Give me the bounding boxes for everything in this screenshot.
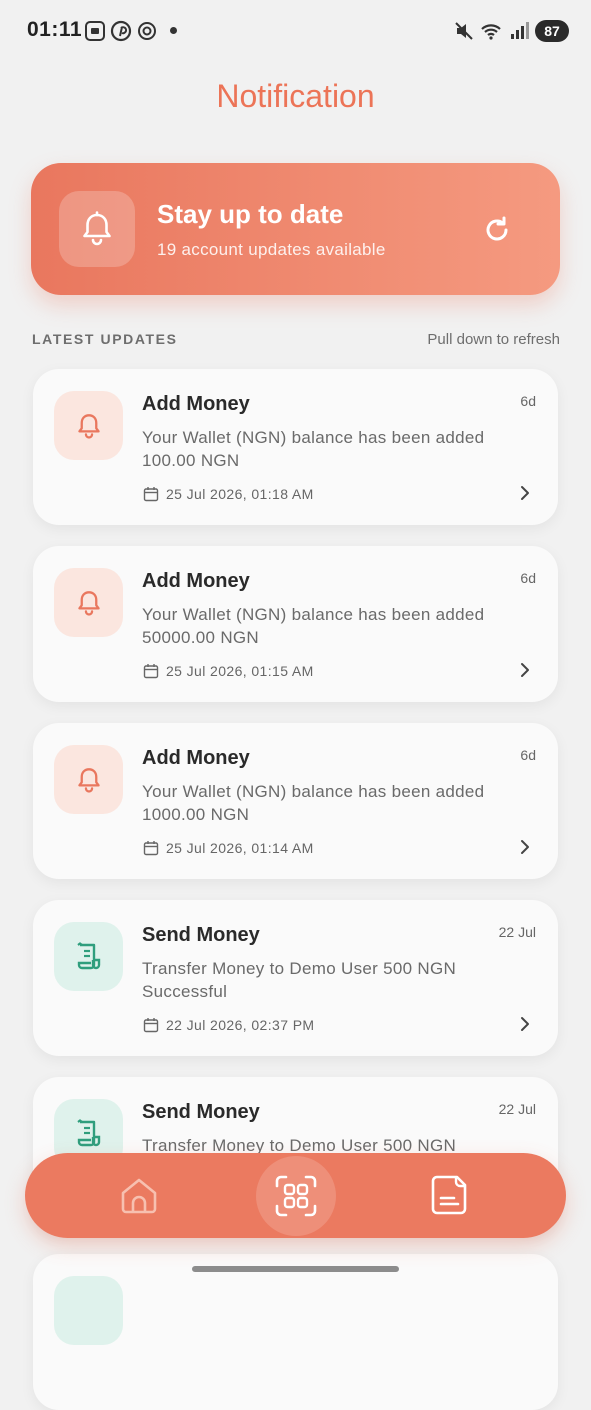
hero-title: Stay up to date bbox=[157, 199, 344, 229]
status-time: 01:11 bbox=[27, 18, 83, 41]
card-time: 22 Jul bbox=[498, 924, 536, 940]
card-title: Add Money bbox=[142, 393, 250, 415]
bell-icon bbox=[83, 211, 111, 246]
card-icon-box bbox=[54, 391, 123, 460]
page-title: Notification bbox=[216, 78, 375, 114]
notification-card[interactable] bbox=[33, 1254, 558, 1410]
home-indicator[interactable] bbox=[192, 1266, 399, 1272]
scan-icon[interactable] bbox=[274, 1174, 318, 1218]
status-bar: 01:11 87 bbox=[0, 0, 591, 62]
notification-card[interactable]: Add Money 6d Your Wallet (NGN) balance h… bbox=[33, 546, 558, 702]
chevron-right-icon[interactable] bbox=[516, 1015, 534, 1033]
card-message: Your Wallet (NGN) balance has been added… bbox=[142, 605, 485, 647]
notification-card[interactable]: Add Money 6d Your Wallet (NGN) balance h… bbox=[33, 369, 558, 525]
card-date: 25 Jul 2026, 01:15 AM bbox=[166, 663, 314, 679]
battery-indicator: 87 bbox=[535, 20, 569, 42]
receipt-icon bbox=[76, 1118, 100, 1146]
card-icon-box bbox=[54, 568, 123, 637]
card-time: 6d bbox=[520, 393, 536, 409]
card-title: Add Money bbox=[142, 570, 250, 592]
card-date: 22 Jul 2026, 02:37 PM bbox=[166, 1017, 315, 1033]
calendar-icon bbox=[143, 487, 159, 502]
card-icon-box bbox=[54, 1276, 123, 1345]
calendar-icon bbox=[143, 1018, 159, 1033]
screenshot-icon bbox=[85, 21, 105, 41]
bottom-navigation bbox=[25, 1153, 566, 1238]
openai-icon bbox=[138, 22, 156, 40]
home-icon[interactable] bbox=[118, 1175, 160, 1217]
hero-icon-box bbox=[59, 191, 135, 267]
notification-card[interactable]: Send Money 22 Jul Transfer Money to Demo… bbox=[33, 900, 558, 1056]
card-time: 22 Jul bbox=[498, 1101, 536, 1117]
bell-icon bbox=[77, 590, 100, 616]
hero-subtitle: 19 account updates available bbox=[157, 240, 386, 259]
pull-to-refresh-hint: Pull down to refresh bbox=[427, 331, 560, 348]
pinterest-icon bbox=[110, 20, 132, 42]
notification-dot bbox=[170, 27, 177, 34]
bell-icon bbox=[77, 413, 100, 439]
card-message: Your Wallet (NGN) balance has been added… bbox=[142, 428, 485, 470]
card-icon-box bbox=[54, 922, 123, 991]
stay-up-to-date-banner: Stay up to date 19 account updates avail… bbox=[31, 163, 560, 295]
card-title: Send Money bbox=[142, 924, 260, 946]
card-title: Add Money bbox=[142, 747, 250, 769]
chevron-right-icon[interactable] bbox=[516, 661, 534, 679]
card-time: 6d bbox=[520, 747, 536, 763]
bell-icon bbox=[77, 767, 100, 793]
card-icon-box bbox=[54, 745, 123, 814]
chevron-right-icon[interactable] bbox=[516, 838, 534, 856]
refresh-icon[interactable] bbox=[482, 215, 512, 245]
notification-card[interactable]: Add Money 6d Your Wallet (NGN) balance h… bbox=[33, 723, 558, 879]
mute-icon bbox=[455, 22, 473, 40]
calendar-icon bbox=[143, 841, 159, 856]
card-title: Send Money bbox=[142, 1101, 260, 1123]
section-heading: LATEST UPDATES bbox=[32, 331, 178, 347]
signal-icon bbox=[511, 22, 529, 39]
card-message: Transfer Money to Demo User 500 NGN Succ… bbox=[142, 959, 457, 1001]
calendar-icon bbox=[143, 664, 159, 679]
wifi-icon bbox=[481, 24, 501, 40]
document-icon[interactable] bbox=[430, 1174, 472, 1216]
card-message: Your Wallet (NGN) balance has been added… bbox=[142, 782, 485, 824]
receipt-icon bbox=[76, 941, 100, 969]
chevron-right-icon[interactable] bbox=[516, 484, 534, 502]
card-date: 25 Jul 2026, 01:18 AM bbox=[166, 486, 314, 502]
card-time: 6d bbox=[520, 570, 536, 586]
card-date: 25 Jul 2026, 01:14 AM bbox=[166, 840, 314, 856]
